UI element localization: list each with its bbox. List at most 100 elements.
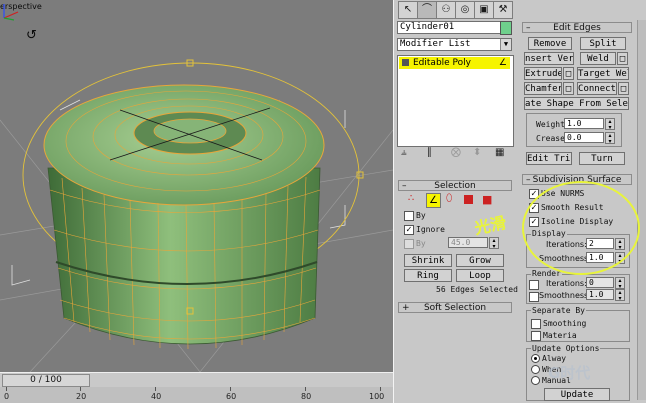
vertex-mode-icon[interactable]: ∴ <box>408 193 414 204</box>
connect-settings-button[interactable]: □ <box>618 82 629 95</box>
ruler-tick: 0 <box>4 392 10 401</box>
soft-selection-rollout-title[interactable]: + Soft Selection <box>398 302 512 313</box>
expand-icon[interactable] <box>402 59 409 66</box>
render-smoothness-checkbox[interactable] <box>529 292 539 302</box>
always-radio[interactable] <box>531 354 540 363</box>
hierarchy-tab-icon[interactable]: ⚇ <box>436 1 456 19</box>
loop-button[interactable]: Loop <box>456 269 504 282</box>
utilities-tab-icon[interactable]: ⚒ <box>493 1 513 19</box>
angle-field[interactable]: 45.0 <box>448 237 488 248</box>
command-tabs: ↖ ⌒ ⚇ ◎ ▣ ⚒ <box>398 1 513 19</box>
extrude-settings-button[interactable]: □ <box>563 67 574 80</box>
materials-label: Materia <box>543 331 577 340</box>
display-tab-icon[interactable]: ▣ <box>474 1 494 19</box>
ring-button[interactable]: Ring <box>404 269 452 282</box>
orbit-icon[interactable]: ↺ <box>26 28 37 43</box>
viewport-scene <box>0 59 393 372</box>
by-angle-label: By <box>416 239 426 248</box>
time-slider[interactable]: 0 / 100 <box>0 372 393 387</box>
split-button[interactable]: Split <box>580 37 626 50</box>
weld-button[interactable]: Weld <box>580 52 616 65</box>
render-smoothness-field[interactable]: 1.0 <box>586 289 614 300</box>
ruler-tick: 40 <box>151 392 162 401</box>
collapse-icon: – <box>402 181 407 191</box>
object-color-swatch[interactable] <box>500 21 512 35</box>
crease-spinner[interactable]: ▴ ▾ <box>605 132 615 145</box>
show-end-result-icon[interactable]: ∥ <box>427 147 432 158</box>
stack-item-editable-poly[interactable]: Editable Poly ∠ <box>399 57 510 69</box>
crease-field[interactable]: 0.0 <box>564 132 604 143</box>
extrude-button[interactable]: Extrude <box>524 67 562 80</box>
soft-selection-title-label: Soft Selection <box>423 303 487 313</box>
axis-tripod-icon <box>3 4 19 21</box>
ignore-backfacing-checkbox[interactable]: ✓ <box>404 225 414 235</box>
make-unique-icon[interactable]: ⨂ <box>451 147 461 158</box>
weight-field[interactable]: 1.0 <box>564 118 604 129</box>
stack-item-label: Editable Poly <box>413 58 471 68</box>
when-rendering-radio[interactable] <box>531 365 540 374</box>
object-name-field[interactable]: Cylinder01 <box>397 21 505 34</box>
separate-by-label: Separate By <box>531 306 586 315</box>
element-mode-icon[interactable]: ■ <box>482 193 492 206</box>
create-tab-icon[interactable]: ↖ <box>398 1 418 19</box>
ruler-tick: 60 <box>226 392 237 401</box>
perspective-viewport[interactable]: erspective ↺ <box>0 0 393 372</box>
materials-checkbox[interactable] <box>531 331 541 341</box>
ruler-tickmark <box>230 387 231 391</box>
smoothing-checkbox[interactable] <box>531 319 541 329</box>
annotation-text: 光滑 <box>472 212 508 239</box>
motion-tab-icon[interactable]: ◎ <box>455 1 475 19</box>
target-weld-button[interactable]: Target Weld <box>577 67 629 80</box>
track-ruler[interactable]: 0 20 40 60 80 100 <box>0 387 393 403</box>
selection-title-label: Selection <box>434 181 476 191</box>
remove-button[interactable]: Remove <box>528 37 572 50</box>
connect-button[interactable]: Connect <box>577 82 617 95</box>
weight-spinner[interactable]: ▴ ▾ <box>605 118 615 131</box>
ruler-tickmark <box>305 387 306 391</box>
ruler-tickmark <box>380 387 381 391</box>
ruler-tick: 100 <box>369 392 385 401</box>
render-smoothness-spinner[interactable]: ▴ ▾ <box>615 289 625 302</box>
annotation-circle <box>522 181 640 275</box>
chamfer-settings-button[interactable]: □ <box>563 82 574 95</box>
update-button[interactable]: Update <box>544 388 610 401</box>
stack-toolbar: ⫨ ∥ ⨂ ⬍ ▦ <box>397 147 512 161</box>
modify-tab-icon[interactable]: ⌒ <box>417 1 437 19</box>
angle-spinner[interactable]: ▴ ▾ <box>489 237 499 250</box>
command-panel: ↖ ⌒ ⚇ ◎ ▣ ⚒ Cylinder01 Modifier List ▼ E… <box>393 0 646 403</box>
polygon-mode-icon[interactable] <box>464 195 473 204</box>
ruler-tick: 80 <box>301 392 312 401</box>
create-shape-button[interactable]: ate Shape From Select <box>524 97 629 110</box>
by-vertex-checkbox[interactable] <box>404 211 414 221</box>
modifier-list-dropdown[interactable]: Modifier List ▼ <box>397 38 512 51</box>
pin-stack-icon[interactable]: ⫨ <box>401 147 407 158</box>
edge-mode-icon[interactable]: ∠ <box>426 193 441 208</box>
turn-button[interactable]: Turn <box>579 152 625 165</box>
configure-sets-icon[interactable]: ▦ <box>495 147 504 158</box>
weld-settings-button[interactable]: □ <box>617 52 628 65</box>
shrink-button[interactable]: Shrink <box>404 254 452 267</box>
manually-radio[interactable] <box>531 376 540 385</box>
border-mode-icon[interactable]: ⬯ <box>446 193 452 204</box>
chamfer-button[interactable]: Chamfer <box>524 82 562 95</box>
selection-rollout-title[interactable]: – Selection <box>398 180 512 191</box>
by-angle-checkbox[interactable] <box>404 239 414 249</box>
render-iterations-checkbox[interactable] <box>529 280 539 290</box>
edit-edges-rollout-title[interactable]: – Edit Edges <box>522 22 632 33</box>
ruler-tick: 20 <box>76 392 87 401</box>
insert-vertex-button[interactable]: nsert Verte <box>524 52 574 65</box>
subobject-icons: ∴ ∠ ⬯ ■ <box>408 193 508 208</box>
ignore-backfacing-label: Ignore <box>416 225 445 234</box>
ruler-tickmark <box>80 387 81 391</box>
chevron-down-icon[interactable]: ▼ <box>500 39 511 50</box>
grow-button[interactable]: Grow <box>456 254 504 267</box>
time-slider-thumb[interactable]: 0 / 100 <box>2 374 90 387</box>
ruler-tickmark <box>6 387 7 391</box>
cylinder-hole-inner <box>153 118 227 144</box>
modifier-stack[interactable]: Editable Poly ∠ <box>397 55 514 147</box>
edit-edges-title-label: Edit Edges <box>553 23 601 33</box>
remove-modifier-icon[interactable]: ⬍ <box>473 147 481 158</box>
edit-tri-button[interactable]: Edit Tri. <box>526 152 572 165</box>
subobject-edge-icon[interactable]: ∠ <box>499 57 507 69</box>
collapse-icon: – <box>526 23 531 33</box>
